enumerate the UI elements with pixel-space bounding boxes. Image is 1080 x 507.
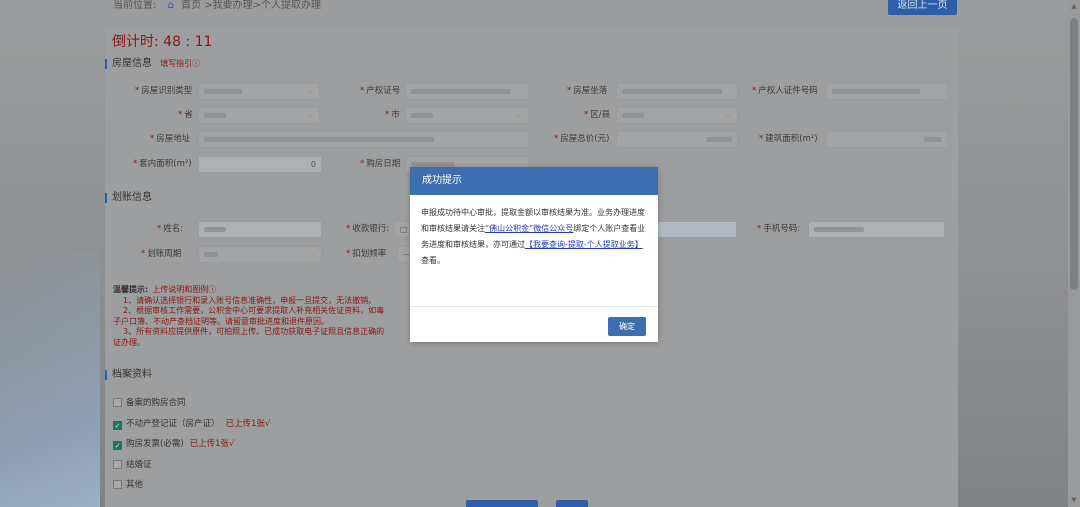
label-period: * 划账周期: [141, 249, 182, 259]
phone-input[interactable]: [808, 221, 945, 238]
countdown-timer: 倒计时: 48 : 11: [112, 34, 213, 50]
tip-line: 3、所有资料应提供原件，可拍照上传。已成功获取电子证照且信息正确的: [123, 327, 385, 336]
query-link[interactable]: 【我要查询-提取-个人提取业务】: [525, 240, 643, 249]
tip-line: 子户口簿、不动产查档证明等。请留意审批进度和退件原因。: [113, 316, 329, 326]
home-icon[interactable]: ⌂: [168, 0, 174, 11]
inner-area-input[interactable]: 0: [198, 156, 322, 173]
owner-id-input[interactable]: [826, 83, 948, 100]
label-phone: * 手机号码:: [757, 224, 801, 234]
account-input[interactable]: [657, 221, 737, 238]
label-frequency: * 扣划频率: [346, 249, 387, 259]
id-type-select[interactable]: ⌵: [198, 83, 320, 100]
section-title: 房屋信息: [112, 58, 152, 69]
section-title: 档案资料: [112, 369, 152, 380]
breadcrumb-home[interactable]: 首页: [181, 0, 201, 11]
label-city: * 市: [385, 110, 400, 120]
tip-line: 证办理。: [113, 337, 145, 347]
checkbox-marriage[interactable]: 结婚证: [113, 459, 152, 471]
province-select[interactable]: ⌵: [198, 107, 320, 124]
check-icon[interactable]: ✓: [113, 421, 122, 430]
label-district: * 区/县: [584, 110, 611, 120]
label-build-area: * 建筑面积(m²): [759, 134, 818, 144]
upload-status: 已上传1张√: [189, 439, 235, 449]
label-cert-no: * 产权证号: [360, 86, 401, 96]
upload-guide-link[interactable]: 上传说明和图例ⓘ: [152, 285, 216, 294]
scrollbar-thumb[interactable]: [1070, 18, 1078, 290]
address-input[interactable]: [198, 131, 529, 148]
label-buy-date: * 购房日期: [360, 159, 401, 169]
tips-block: 温馨提示: 上传说明和图例ⓘ 1、请确认选择银行和录入账号信息准确性，申报一旦提交…: [113, 285, 413, 348]
secondary-button[interactable]: [556, 500, 588, 507]
frequency-select[interactable]: —: [397, 246, 411, 263]
scroll-up-icon[interactable]: ▲: [1070, 2, 1078, 10]
checkbox-contract[interactable]: 备案的购房合同: [113, 397, 186, 409]
name-input[interactable]: [198, 221, 322, 238]
check-icon[interactable]: ✓: [113, 441, 122, 450]
label-owner-id: * 产权人证件号码: [752, 86, 818, 96]
section-archive: 档案资料: [105, 369, 152, 381]
section-house-info: 房屋信息 填写指引ⓘ: [105, 58, 200, 70]
build-area-input[interactable]: [826, 131, 948, 148]
section-title: 划账信息: [112, 192, 152, 203]
total-price-input[interactable]: [616, 131, 738, 148]
scroll-down-icon[interactable]: ▼: [1070, 496, 1078, 504]
confirm-button[interactable]: 确定: [608, 317, 646, 336]
period-select[interactable]: ⌵: [198, 246, 322, 263]
checkbox-property-cert[interactable]: ✓ 不动产登记证（房产证） 已上传1张√: [113, 418, 270, 430]
background-decoration: [0, 250, 100, 507]
checkbox-invoice[interactable]: ✓ 购房发票(必需) 已上传1张√: [113, 438, 234, 450]
label-name: * 姓名:: [157, 224, 184, 234]
checkbox-other[interactable]: 其他: [113, 479, 143, 491]
tips-head: 温馨提示:: [113, 285, 149, 294]
checkbox-icon[interactable]: [113, 460, 122, 469]
dialog-message: 申报成功待中心审批，提取金额以审核结果为准。业务办理进度和审核结果请关注“佛山公…: [410, 195, 658, 305]
label-id-type: * 房屋识别类型: [135, 86, 193, 96]
checkbox-icon[interactable]: [113, 480, 122, 489]
tip-line: 2、根据审核工作需要，公积金中心可要求提取人补充相关佐证资料，如毒: [123, 306, 385, 315]
label-bank: * 收款银行:: [346, 224, 390, 234]
cert-no-input[interactable]: [405, 83, 529, 100]
wechat-account-link[interactable]: “佛山公积金”微信公众号: [485, 224, 573, 233]
tip-line: 1、请确认选择银行和录入账号信息准确性，申报一旦提交，无法撤销。: [123, 295, 377, 305]
dialog-title: 成功提示: [410, 167, 658, 195]
label-total-price: * 房屋总价(元): [554, 134, 610, 144]
label-address: * 房屋地址: [150, 134, 191, 144]
success-dialog: 成功提示 申报成功待中心审批，提取金额以审核结果为准。业务办理进度和审核结果请关…: [410, 167, 658, 342]
submit-button[interactable]: [466, 500, 538, 507]
fill-guide-link[interactable]: 填写指引ⓘ: [160, 59, 200, 68]
label-province: * 省: [178, 110, 193, 120]
label-inner-area: * 套内面积(m²): [133, 159, 192, 169]
section-transfer-info: 划账信息: [105, 192, 152, 204]
bank-select[interactable]: □: [394, 221, 410, 238]
chevron-down-icon: ⌵: [308, 250, 315, 259]
chevron-down-icon: ⌵: [724, 111, 731, 120]
chevron-down-icon: ⌵: [515, 111, 522, 120]
label-location: * 房屋坐落: [567, 86, 608, 96]
message-text: 查看。: [421, 256, 445, 265]
dialog-footer: 确定: [410, 306, 658, 343]
chevron-down-icon: ⌵: [306, 111, 313, 120]
checkbox-icon[interactable]: [113, 398, 122, 407]
scrollbar[interactable]: ▲ ▼: [1068, 0, 1080, 507]
chevron-down-icon: ⌵: [306, 87, 313, 96]
city-select[interactable]: ⌵: [405, 107, 529, 124]
district-select[interactable]: ⌵: [616, 107, 738, 124]
breadcrumb-path: >我要办理>个人提取办理: [204, 0, 322, 11]
upload-status: 已上传1张√: [225, 419, 271, 429]
breadcrumb: 当前位置: ⌂ 首页 >我要办理>个人提取办理: [113, 0, 321, 14]
breadcrumb-prefix: 当前位置:: [113, 0, 157, 11]
back-button[interactable]: 返回上一页: [888, 0, 957, 15]
location-input[interactable]: [616, 83, 738, 100]
